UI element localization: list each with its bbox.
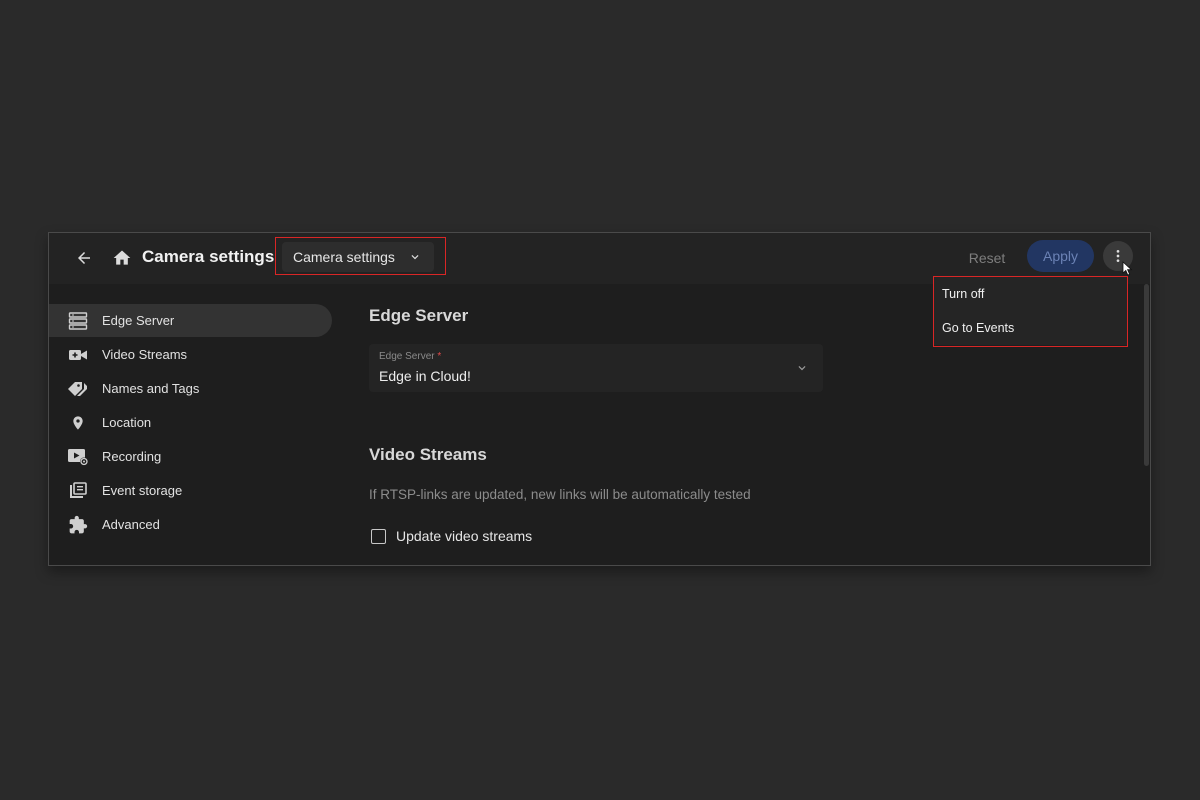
chevron-down-icon xyxy=(411,255,419,260)
sidebar-item-names-and-tags[interactable]: Names and Tags xyxy=(49,372,332,405)
more-options-menu: Turn off Go to Events xyxy=(934,277,1127,345)
settings-sidebar: Edge Server Video Streams Names and Tags… xyxy=(49,284,349,565)
chevron-down-icon xyxy=(798,366,806,371)
puzzle-icon xyxy=(67,515,89,535)
sidebar-item-video-streams[interactable]: Video Streams xyxy=(49,338,332,371)
sidebar-item-advanced[interactable]: Advanced xyxy=(49,508,332,541)
apply-button[interactable]: Apply xyxy=(1027,240,1094,272)
content-scrollbar[interactable] xyxy=(1144,284,1149,466)
page-title: Camera settings xyxy=(142,247,275,266)
mouse-cursor-icon xyxy=(1122,261,1133,276)
sidebar-item-location[interactable]: Location xyxy=(49,406,332,439)
home-icon xyxy=(113,250,131,265)
sidebar-item-label: Video Streams xyxy=(102,347,188,362)
breadcrumb-select-value: Camera settings xyxy=(293,249,395,265)
reset-button[interactable]: Reset xyxy=(959,244,1015,272)
edge-server-section-title: Edge Server xyxy=(369,306,469,325)
sidebar-item-label: Advanced xyxy=(102,517,160,532)
server-icon xyxy=(67,311,89,331)
location-pin-icon xyxy=(67,413,89,433)
sidebar-item-label: Recording xyxy=(102,449,162,464)
recording-icon xyxy=(67,447,89,467)
rtsp-hint-text: If RTSP-links are updated, new links wil… xyxy=(369,487,751,502)
back-button[interactable] xyxy=(71,245,97,271)
sidebar-item-label: Names and Tags xyxy=(102,381,200,396)
checkbox-box[interactable] xyxy=(371,528,386,544)
sidebar-item-label: Edge Server xyxy=(102,313,175,328)
sidebar-item-recording[interactable]: Recording xyxy=(49,440,332,473)
update-video-streams-checkbox[interactable]: Update video streams xyxy=(371,526,532,546)
checkbox-label: Update video streams xyxy=(396,528,533,544)
menu-item-go-to-events[interactable]: Go to Events xyxy=(934,311,1127,345)
edge-server-field-label: Edge Server * xyxy=(379,351,442,362)
menu-item-turn-off[interactable]: Turn off xyxy=(934,277,1127,311)
edge-server-select[interactable]: Edge Server * Edge in Cloud! xyxy=(369,344,823,392)
video-camera-icon xyxy=(67,345,89,365)
event-storage-icon xyxy=(67,481,89,501)
sidebar-item-edge-server[interactable]: Edge Server xyxy=(49,304,332,337)
sidebar-item-event-storage[interactable]: Event storage xyxy=(49,474,332,507)
edge-server-field-value: Edge in Cloud! xyxy=(379,368,471,384)
video-streams-section-title: Video Streams xyxy=(369,445,487,464)
arrow-left-icon xyxy=(78,252,90,264)
tags-icon xyxy=(67,379,89,399)
breadcrumb-select[interactable]: Camera settings xyxy=(282,242,434,272)
required-mark: * xyxy=(437,351,442,362)
home-button[interactable] xyxy=(109,245,135,271)
sidebar-item-label: Event storage xyxy=(102,483,183,498)
sidebar-item-label: Location xyxy=(102,415,152,430)
